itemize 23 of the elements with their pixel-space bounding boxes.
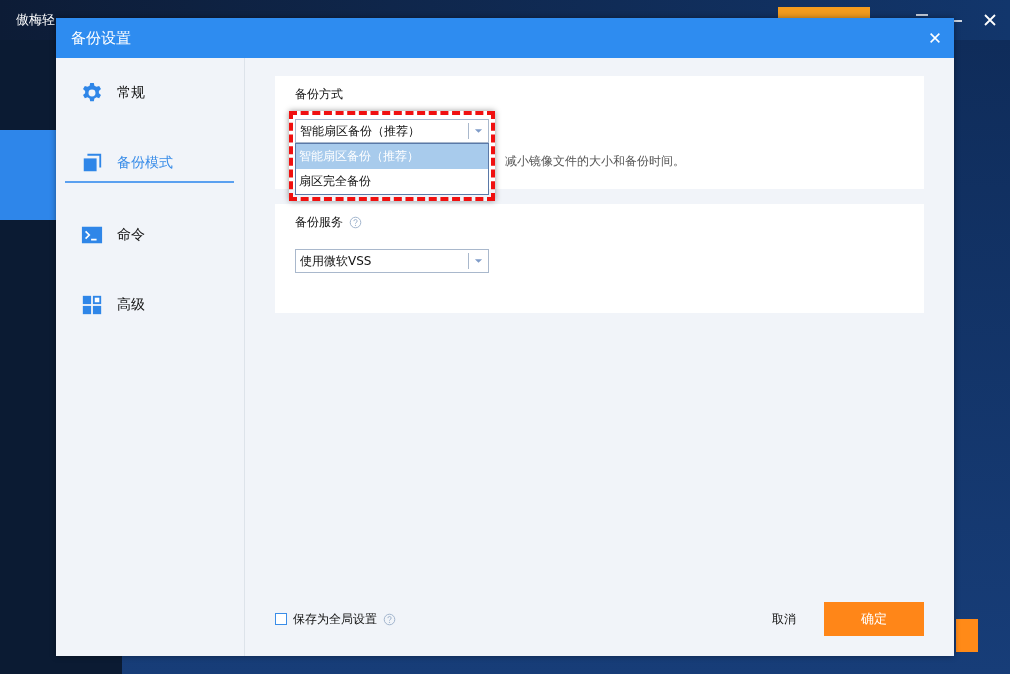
help-icon[interactable] (383, 612, 396, 626)
dropdown-option[interactable]: 扇区完全备份 (296, 169, 488, 194)
grid-icon (81, 294, 103, 316)
app-title: 傲梅轻 (16, 11, 56, 29)
terminal-icon (81, 224, 103, 246)
caret-icon (474, 128, 483, 134)
section-label: 备份方式 (295, 86, 344, 103)
checkbox[interactable] (275, 613, 287, 625)
section-label: 备份服务 (295, 214, 343, 231)
help-icon[interactable] (349, 216, 362, 229)
dialog-title: 备份设置 (71, 28, 131, 48)
checkbox-label[interactable]: 保存为全局设置 (293, 610, 377, 628)
settings-tab[interactable]: 命令 (65, 217, 234, 253)
settings-tab[interactable]: 常规 (65, 75, 234, 111)
settings-tab[interactable]: 高级 (65, 287, 234, 323)
copy-icon (81, 152, 103, 174)
close-icon[interactable] (982, 12, 998, 28)
cancel-button[interactable]: 取消 (772, 606, 796, 632)
backup-mode-dropdown[interactable]: 智能扇区备份（推荐） (295, 119, 489, 143)
caret-icon (474, 258, 483, 264)
description-text: 减小镜像文件的大小和备份时间。 (505, 154, 685, 168)
backup-service-dropdown[interactable]: 使用微软VSS (295, 249, 489, 273)
gear-icon (81, 82, 103, 104)
